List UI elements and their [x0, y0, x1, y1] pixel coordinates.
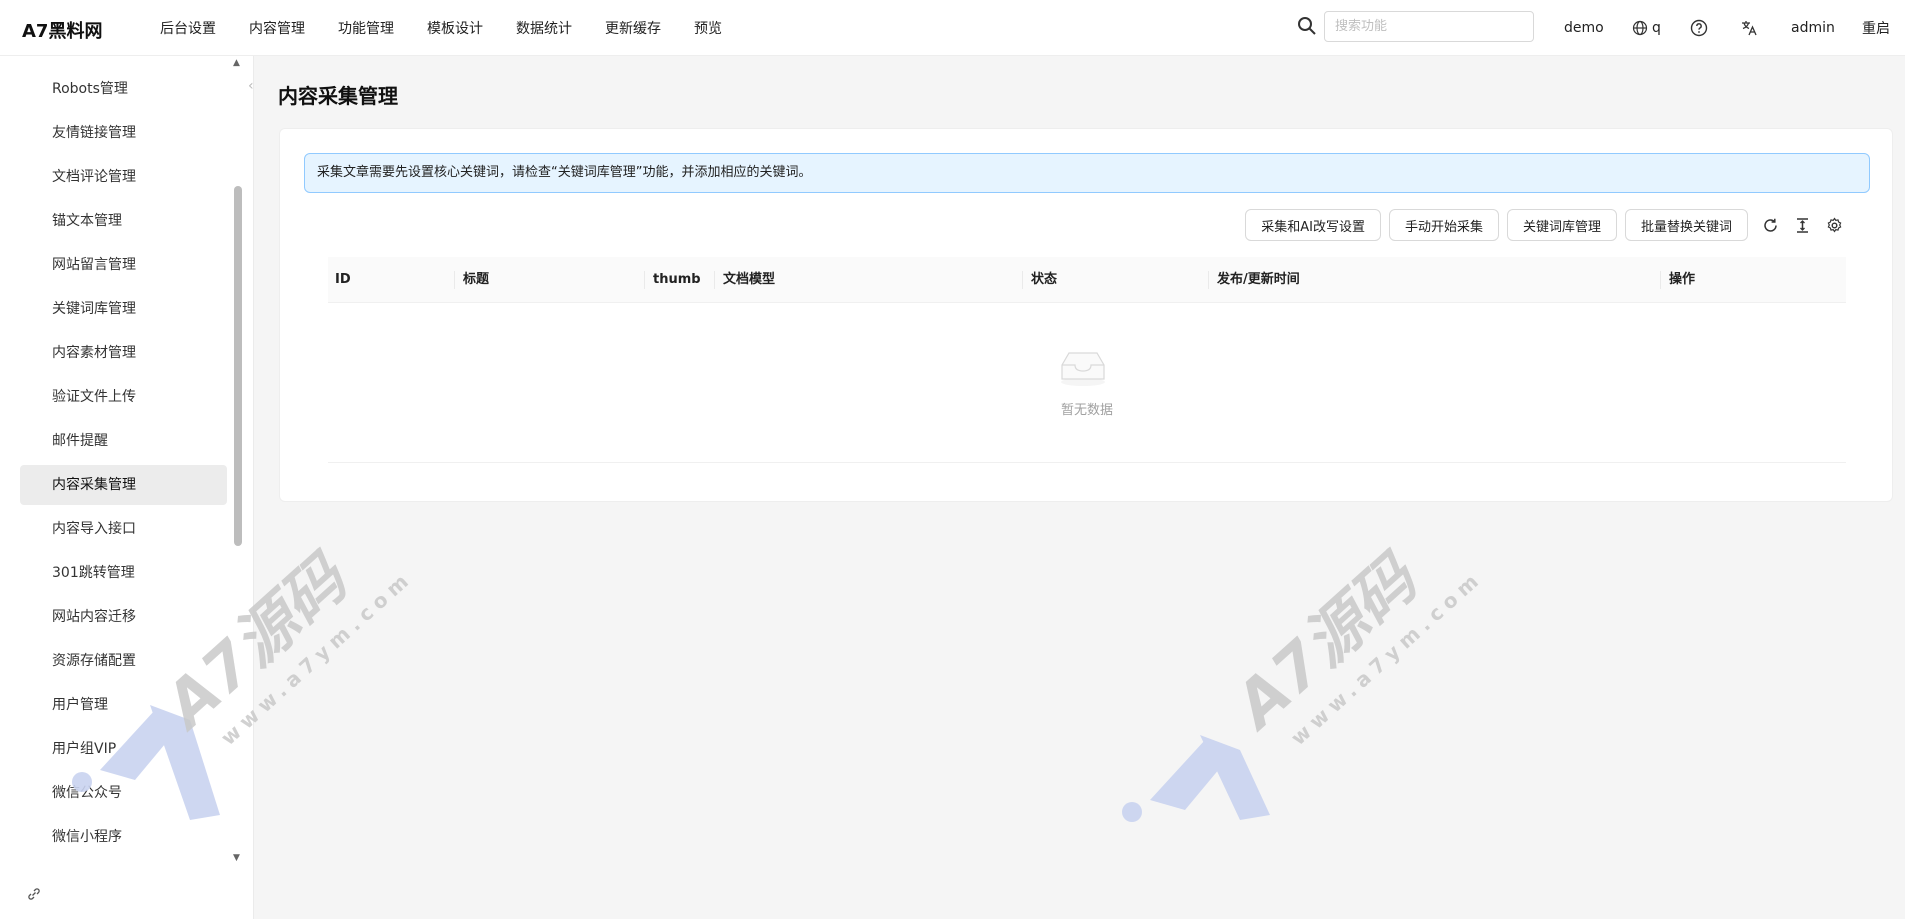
question-icon: [1690, 19, 1708, 37]
column-header-id[interactable]: ID: [328, 257, 351, 303]
manual-collect-button[interactable]: 手动开始采集: [1388, 209, 1499, 241]
empty-inbox-icon: [1061, 352, 1105, 386]
sidebar-collapse-chevron-icon[interactable]: ‹: [248, 78, 260, 94]
sidebar-item-wechat-miniprogram[interactable]: 微信小程序: [20, 817, 227, 857]
user-menu[interactable]: admin: [1791, 0, 1835, 56]
sidebar-item-keyword-library[interactable]: 关键词库管理: [20, 289, 227, 329]
column-header-thumb[interactable]: thumb: [646, 257, 701, 303]
top-nav: 后台设置 内容管理 功能管理 模板设计 数据统计 更新缓存 预览: [160, 0, 755, 56]
search-icon[interactable]: [1297, 16, 1317, 36]
collection-table: ID 标题 thumb 文档模型 状态 发布/更新时间 操作 暂无数据: [328, 257, 1846, 463]
sidebar-menu: Robots管理 友情链接管理 文档评论管理 锚文本管理 网站留言管理 关键词库…: [20, 69, 227, 861]
site-logo[interactable]: A7黑料网: [22, 17, 102, 43]
scroll-down-arrow-icon[interactable]: ▼: [233, 853, 240, 863]
sidebar-item-user-group-vip[interactable]: 用户组VIP: [20, 729, 227, 769]
refresh-icon[interactable]: [1760, 215, 1780, 235]
sidebar: Robots管理 友情链接管理 文档评论管理 锚文本管理 网站留言管理 关键词库…: [0, 56, 254, 919]
column-header-actions: 操作: [1669, 272, 1696, 287]
scroll-up-arrow-icon[interactable]: ▲: [233, 58, 240, 68]
search-input[interactable]: [1324, 11, 1534, 42]
sidebar-item-robots[interactable]: Robots管理: [20, 69, 227, 109]
top-header: A7黑料网 后台设置 内容管理 功能管理 模板设计 数据统计 更新缓存 预览 d…: [0, 0, 1905, 56]
column-header-status[interactable]: 状态: [1024, 257, 1057, 303]
nav-preview[interactable]: 预览: [694, 18, 722, 38]
sidebar-item-content-import-api[interactable]: 内容导入接口: [20, 509, 227, 549]
column-divider: [1022, 271, 1023, 289]
sidebar-item-email-reminder[interactable]: 邮件提醒: [20, 421, 227, 461]
sidebar-item-storage-config[interactable]: 资源存储配置: [20, 641, 227, 681]
translate-button[interactable]: [1740, 0, 1758, 56]
column-divider: [714, 271, 715, 289]
watermark-logo: A7源码 www.a7ym.com: [1122, 540, 1487, 822]
restart-button[interactable]: 重启: [1862, 0, 1890, 56]
nav-update-cache[interactable]: 更新缓存: [605, 18, 661, 38]
keyword-library-button[interactable]: 关键词库管理: [1506, 209, 1617, 241]
page-title: 内容采集管理: [278, 84, 398, 108]
sidebar-item-301-redirect[interactable]: 301跳转管理: [20, 553, 227, 593]
nav-backend-settings[interactable]: 后台设置: [160, 18, 216, 38]
sidebar-item-content-materials[interactable]: 内容素材管理: [20, 333, 227, 373]
sidebar-item-anchor-text[interactable]: 锚文本管理: [20, 201, 227, 241]
column-divider: [1660, 271, 1661, 289]
column-height-icon[interactable]: [1792, 215, 1812, 235]
info-alert: 采集文章需要先设置核心关键词，请检查“关键词库管理”功能，并添加相应的关键词。: [304, 153, 1870, 193]
table-toolbar: 采集和AI改写设置 手动开始采集 关键词库管理 批量替换关键词: [1237, 209, 1844, 241]
link-icon[interactable]: [26, 886, 42, 902]
sidebar-item-user-management[interactable]: 用户管理: [20, 685, 227, 725]
collect-ai-settings-button[interactable]: 采集和AI改写设置: [1245, 209, 1381, 241]
nav-template-design[interactable]: 模板设计: [427, 18, 483, 38]
empty-text: 暂无数据: [1060, 403, 1113, 418]
watermark-url: www.a7ym.com: [1286, 565, 1487, 750]
column-header-title[interactable]: 标题: [456, 257, 489, 303]
table-empty-state: 暂无数据: [328, 303, 1846, 463]
watermark-text: A7源码: [1217, 540, 1433, 745]
watermark-brand: A7源码 www.a7ym.com: [1217, 540, 1487, 750]
sidebar-scroll-thumb[interactable]: [234, 186, 242, 546]
globe-icon: [1632, 20, 1648, 36]
sidebar-item-friend-links[interactable]: 友情链接管理: [20, 113, 227, 153]
sidebar-item-verify-file-upload[interactable]: 验证文件上传: [20, 377, 227, 417]
column-divider: [454, 271, 455, 289]
column-divider: [1208, 271, 1209, 289]
column-header-publish-time[interactable]: 发布/更新时间: [1210, 257, 1300, 303]
translate-icon: [1742, 21, 1757, 36]
sidebar-item-content-collection[interactable]: 内容采集管理: [20, 465, 227, 505]
settings-gear-icon[interactable]: [1824, 215, 1844, 235]
batch-replace-keywords-button[interactable]: 批量替换关键词: [1624, 209, 1748, 241]
nav-content-management[interactable]: 内容管理: [249, 18, 305, 38]
help-button[interactable]: [1690, 0, 1708, 56]
sidebar-item-content-migration[interactable]: 网站内容迁移: [20, 597, 227, 637]
demo-link[interactable]: demo: [1564, 0, 1604, 56]
content-card: 采集文章需要先设置核心关键词，请检查“关键词库管理”功能，并添加相应的关键词。 …: [279, 128, 1893, 502]
sidebar-item-guestbook[interactable]: 网站留言管理: [20, 245, 227, 285]
table-header: ID 标题 thumb 文档模型 状态 发布/更新时间 操作: [328, 257, 1846, 303]
language-selector[interactable]: q: [1632, 0, 1661, 56]
column-header-doc-model[interactable]: 文档模型: [716, 257, 775, 303]
sidebar-item-wechat-official[interactable]: 微信公众号: [20, 773, 227, 813]
sidebar-item-doc-comments[interactable]: 文档评论管理: [20, 157, 227, 197]
nav-data-statistics[interactable]: 数据统计: [516, 18, 572, 38]
nav-feature-management[interactable]: 功能管理: [338, 18, 394, 38]
column-divider: [644, 271, 645, 289]
